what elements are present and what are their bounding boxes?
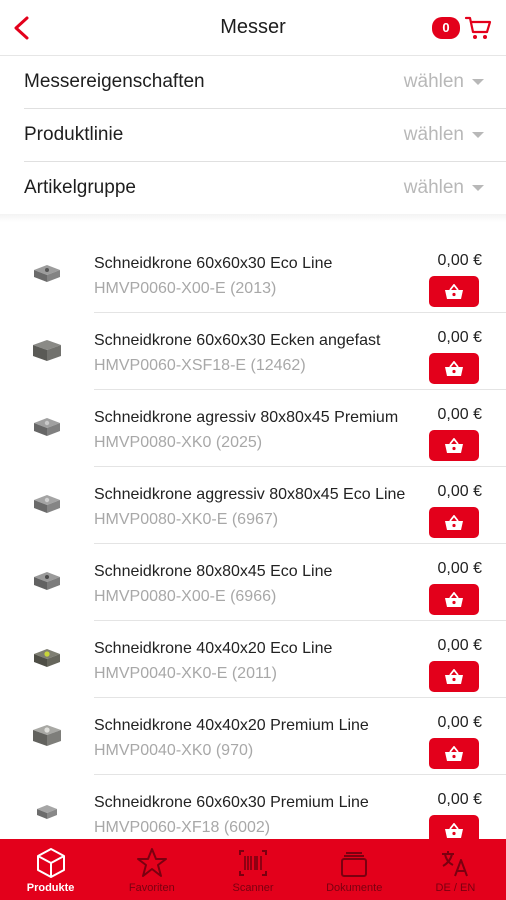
product-code: HMVP0060-X00-E (2013) xyxy=(94,280,277,297)
product-price: 0,00 € xyxy=(437,714,482,731)
filter-label: Produktlinie xyxy=(24,124,124,145)
product-name: Schneidkrone 60x60x30 Premium Line xyxy=(94,794,369,811)
product-thumbnail xyxy=(34,265,60,282)
basket-icon xyxy=(445,591,463,607)
section-divider xyxy=(0,214,506,222)
product-thumbnail xyxy=(34,495,60,513)
cart-button[interactable]: 0 xyxy=(432,14,492,42)
filter-value-text: wählen xyxy=(403,177,464,198)
bottom-tab-bar: Produkte Favoriten Scanner Dokumente DE … xyxy=(0,839,506,900)
product-name: Schneidkrone 60x60x30 Ecken angefast xyxy=(94,332,381,349)
product-name: Schneidkrone aggressiv 80x80x45 Eco Line xyxy=(94,486,406,503)
tab-label: Scanner xyxy=(232,882,274,894)
product-code: HMVP0080-XK0 (2025) xyxy=(94,434,263,451)
filter-section: Messereigenschaften wählen Produktlinie … xyxy=(24,56,506,215)
filter-label: Artikelgruppe xyxy=(24,177,136,198)
add-to-cart-button[interactable] xyxy=(429,507,479,538)
filter-select[interactable]: wählen xyxy=(404,177,484,199)
tab-scanner[interactable]: Scanner xyxy=(202,839,303,900)
translate-icon xyxy=(442,851,469,877)
product-code: HMVP0060-XSF18-E (12462) xyxy=(94,357,306,374)
product-list: Schneidkrone 60x60x30 Eco Line HMVP0060-… xyxy=(0,236,506,852)
basket-icon xyxy=(445,514,463,530)
add-to-cart-button[interactable] xyxy=(429,430,479,461)
basket-icon xyxy=(445,437,463,453)
filter-value-text: wählen xyxy=(403,124,464,145)
product-price: 0,00 € xyxy=(437,252,482,269)
tab-label: Produkte xyxy=(26,882,75,894)
filter-value-text: wählen xyxy=(403,71,464,92)
dropdown-caret-icon xyxy=(472,79,484,85)
filter-messereigenschaften[interactable]: Messereigenschaften wählen xyxy=(24,56,506,109)
star-icon xyxy=(136,848,167,877)
product-name: Schneidkrone 80x80x45 Eco Line xyxy=(94,563,333,580)
product-thumbnail xyxy=(34,418,60,436)
product-price: 0,00 € xyxy=(437,483,482,500)
product-price: 0,00 € xyxy=(437,791,482,808)
add-to-cart-button[interactable] xyxy=(429,738,479,769)
product-thumbnail xyxy=(34,649,60,667)
list-item[interactable]: Schneidkrone 60x60x30 Ecken angefast HMV… xyxy=(0,313,506,390)
add-to-cart-button[interactable] xyxy=(429,584,479,615)
product-thumbnail xyxy=(34,572,60,590)
product-price: 0,00 € xyxy=(437,406,482,423)
basket-icon xyxy=(445,360,463,376)
product-code: HMVP0040-XK0 (970) xyxy=(94,742,254,759)
cube-icon xyxy=(36,848,65,878)
product-name: Schneidkrone agressiv 80x80x45 Premium xyxy=(94,409,399,426)
product-code: HMVP0080-XK0-E (6967) xyxy=(94,511,279,528)
tab-label: DE / EN xyxy=(435,882,476,894)
product-name: Schneidkrone 40x40x20 Eco Line xyxy=(94,640,333,657)
product-price: 0,00 € xyxy=(437,560,482,577)
add-to-cart-button[interactable] xyxy=(429,276,479,307)
product-thumbnail xyxy=(37,805,57,819)
cart-count-badge: 0 xyxy=(432,17,460,39)
cart-icon xyxy=(464,16,492,39)
basket-icon xyxy=(445,745,463,761)
basket-icon xyxy=(445,822,463,838)
product-code: HMVP0060-XF18 (6002) xyxy=(94,819,271,836)
filter-artikelgruppe[interactable]: Artikelgruppe wählen xyxy=(24,162,506,215)
tab-produkte[interactable]: Produkte xyxy=(0,839,101,900)
dropdown-caret-icon xyxy=(472,185,484,191)
product-price: 0,00 € xyxy=(437,637,482,654)
product-code: HMVP0040-XK0-E (2011) xyxy=(94,665,277,682)
list-item[interactable]: Schneidkrone aggressiv 80x80x45 Eco Line… xyxy=(0,467,506,544)
tab-language[interactable]: DE / EN xyxy=(405,839,506,900)
add-to-cart-button[interactable] xyxy=(429,661,479,692)
product-thumbnail xyxy=(33,725,61,746)
add-to-cart-button[interactable] xyxy=(429,353,479,384)
product-name: Schneidkrone 60x60x30 Eco Line xyxy=(94,255,333,272)
list-item[interactable]: Schneidkrone 40x40x20 Eco Line HMVP0040-… xyxy=(0,621,506,698)
filter-select[interactable]: wählen xyxy=(404,124,484,146)
page-title: Messer xyxy=(220,16,286,38)
documents-icon xyxy=(341,852,368,877)
filter-produktlinie[interactable]: Produktlinie wählen xyxy=(24,109,506,162)
filter-label: Messereigenschaften xyxy=(24,71,205,92)
tab-favoriten[interactable]: Favoriten xyxy=(101,839,202,900)
dropdown-caret-icon xyxy=(472,132,484,138)
product-thumbnail xyxy=(33,340,61,361)
list-item[interactable]: Schneidkrone 80x80x45 Eco Line HMVP0080-… xyxy=(0,544,506,621)
tab-dokumente[interactable]: Dokumente xyxy=(304,839,405,900)
list-item[interactable]: Schneidkrone agressiv 80x80x45 Premium H… xyxy=(0,390,506,467)
product-name: Schneidkrone 40x40x20 Premium Line xyxy=(94,717,369,734)
barcode-icon xyxy=(239,850,267,876)
list-item[interactable]: Schneidkrone 40x40x20 Premium Line HMVP0… xyxy=(0,698,506,775)
product-price: 0,00 € xyxy=(437,329,482,346)
basket-icon xyxy=(445,283,463,299)
basket-icon xyxy=(445,668,463,684)
tab-label: Favoriten xyxy=(128,882,175,894)
product-code: HMVP0080-X00-E (6966) xyxy=(94,588,277,605)
list-item[interactable]: Schneidkrone 60x60x30 Eco Line HMVP0060-… xyxy=(0,236,506,313)
tab-label: Dokumente xyxy=(326,882,383,894)
filter-select[interactable]: wählen xyxy=(404,71,484,93)
app-header: Messer 0 xyxy=(0,0,506,56)
